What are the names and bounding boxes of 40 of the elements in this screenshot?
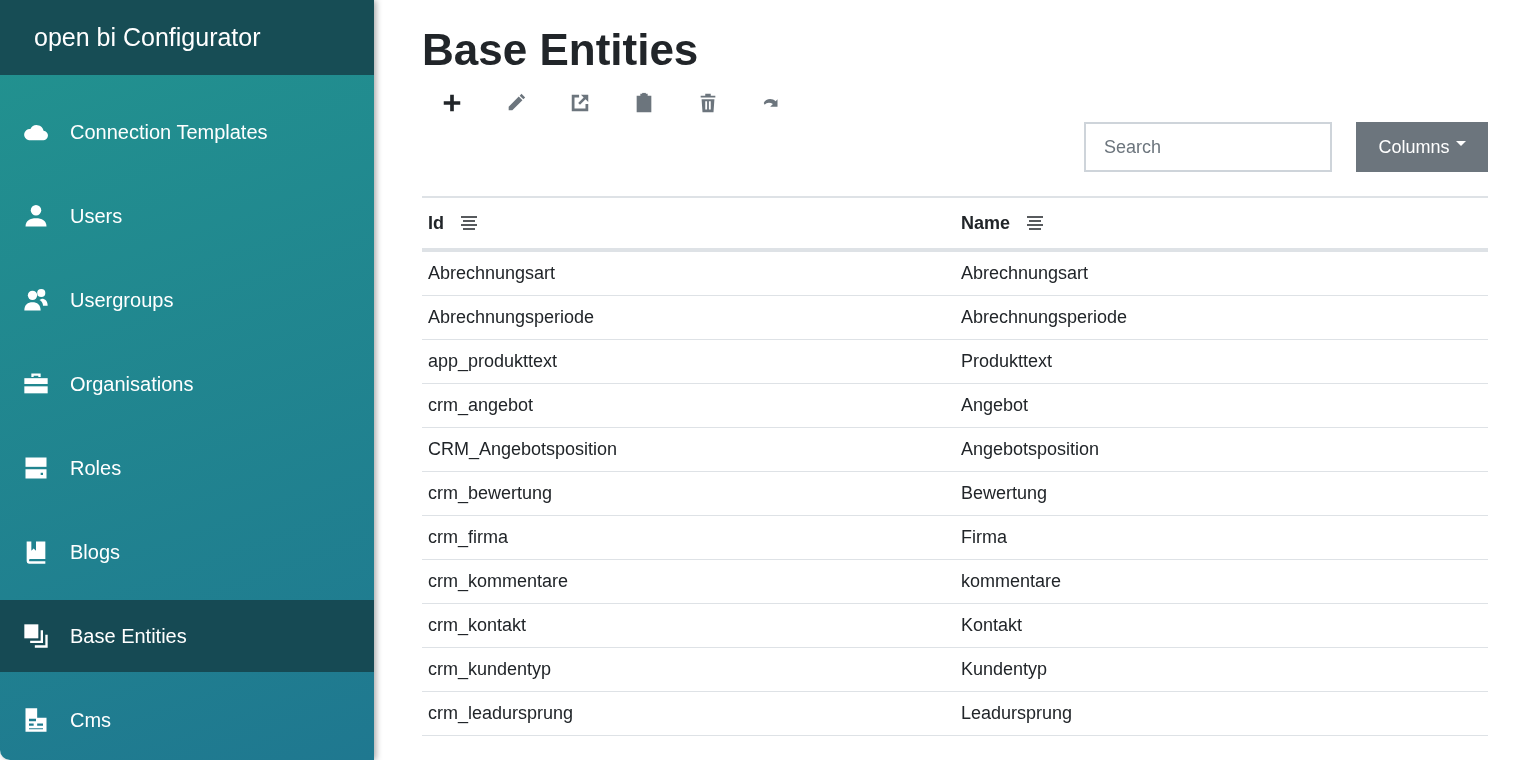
table-cell: crm_kontakt	[422, 603, 955, 648]
table-cell: Kontakt	[955, 603, 1488, 648]
table-cell: crm_firma	[422, 515, 955, 560]
table-cell: kommentare	[955, 559, 1488, 604]
sidebar-item[interactable]: Base Entities	[0, 600, 374, 672]
table-cell: Abrechnungsart	[422, 250, 955, 296]
stacked-squares-icon	[22, 622, 50, 650]
table-cell: Leadursprung	[955, 691, 1488, 736]
sidebar-item[interactable]: Users	[0, 180, 374, 252]
columns-button[interactable]: Columns	[1356, 122, 1488, 173]
app-title: open bi Configurator	[0, 0, 374, 75]
table-cell: Bewertung	[955, 471, 1488, 516]
sidebar-item[interactable]: Connection Templates	[0, 96, 374, 168]
users-icon	[22, 286, 50, 314]
table-cell: Kundentyp	[955, 647, 1488, 692]
table-cell: Abrechnungsperiode	[955, 295, 1488, 340]
sidebar-item[interactable]: Usergroups	[0, 264, 374, 336]
sort-lines-icon[interactable]	[460, 215, 478, 232]
table-cell: Firma	[955, 515, 1488, 560]
table-cell: CRM_Angebotsposition	[422, 427, 955, 472]
sidebar-item[interactable]: Roles	[0, 432, 374, 504]
column-header: Name	[961, 212, 1011, 234]
sort-lines-icon[interactable]	[1026, 215, 1045, 232]
sidebar-item[interactable]: Blogs	[0, 516, 374, 588]
sidebar-item[interactable]: Organisations	[0, 348, 374, 420]
table-cell: Angebot	[955, 383, 1488, 428]
page-title: Base Entities	[422, 26, 700, 75]
table-cell: crm_kommentare	[422, 559, 955, 604]
table-cell: crm_leadursprung	[422, 691, 955, 736]
column-header: Id	[428, 212, 444, 234]
table-cell: Abrechnungsperiode	[422, 295, 955, 340]
search-field[interactable]: Search	[1084, 122, 1332, 173]
table-cell: Produkttext	[955, 339, 1488, 384]
table-cell: Angebotsposition	[955, 427, 1488, 472]
sidebar-item[interactable]: Cms	[0, 684, 374, 756]
table-cell: Abrechnungsart	[955, 250, 1488, 296]
table-cell: crm_kundentyp	[422, 647, 955, 692]
table-cell: app_produkttext	[422, 339, 955, 384]
table-cell: crm_angebot	[422, 383, 955, 428]
table-cell: crm_bewertung	[422, 471, 955, 516]
